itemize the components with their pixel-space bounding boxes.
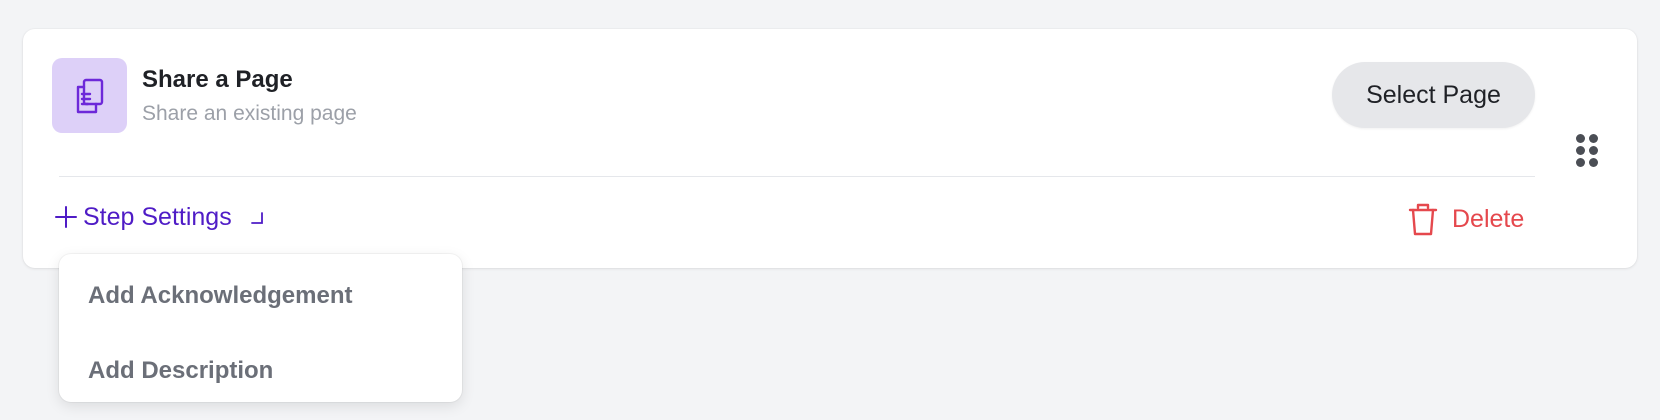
drag-handle-icon[interactable] bbox=[1576, 134, 1598, 168]
step-card: Share a Page Share an existing page Sele… bbox=[23, 29, 1637, 268]
step-settings-menu: Add Acknowledgement Add Description bbox=[59, 254, 462, 402]
divider bbox=[59, 176, 1535, 177]
step-subtitle: Share an existing page bbox=[142, 102, 357, 125]
menu-item-add-description[interactable]: Add Description bbox=[59, 338, 462, 404]
corner-arrow-icon bbox=[250, 212, 263, 224]
step-settings-label: Step Settings bbox=[83, 202, 232, 231]
document-copy-icon bbox=[76, 78, 103, 113]
step-settings-toggle[interactable]: Step Settings bbox=[55, 199, 264, 235]
step-title: Share a Page bbox=[142, 66, 293, 93]
menu-item-add-acknowledgement[interactable]: Add Acknowledgement bbox=[59, 272, 462, 320]
delete-button[interactable]: Delete bbox=[1408, 199, 1524, 239]
plus-icon bbox=[55, 206, 77, 228]
delete-label: Delete bbox=[1452, 204, 1525, 233]
step-icon-tile bbox=[52, 58, 127, 133]
select-page-button[interactable]: Select Page bbox=[1332, 62, 1535, 128]
trash-icon bbox=[1408, 203, 1438, 236]
